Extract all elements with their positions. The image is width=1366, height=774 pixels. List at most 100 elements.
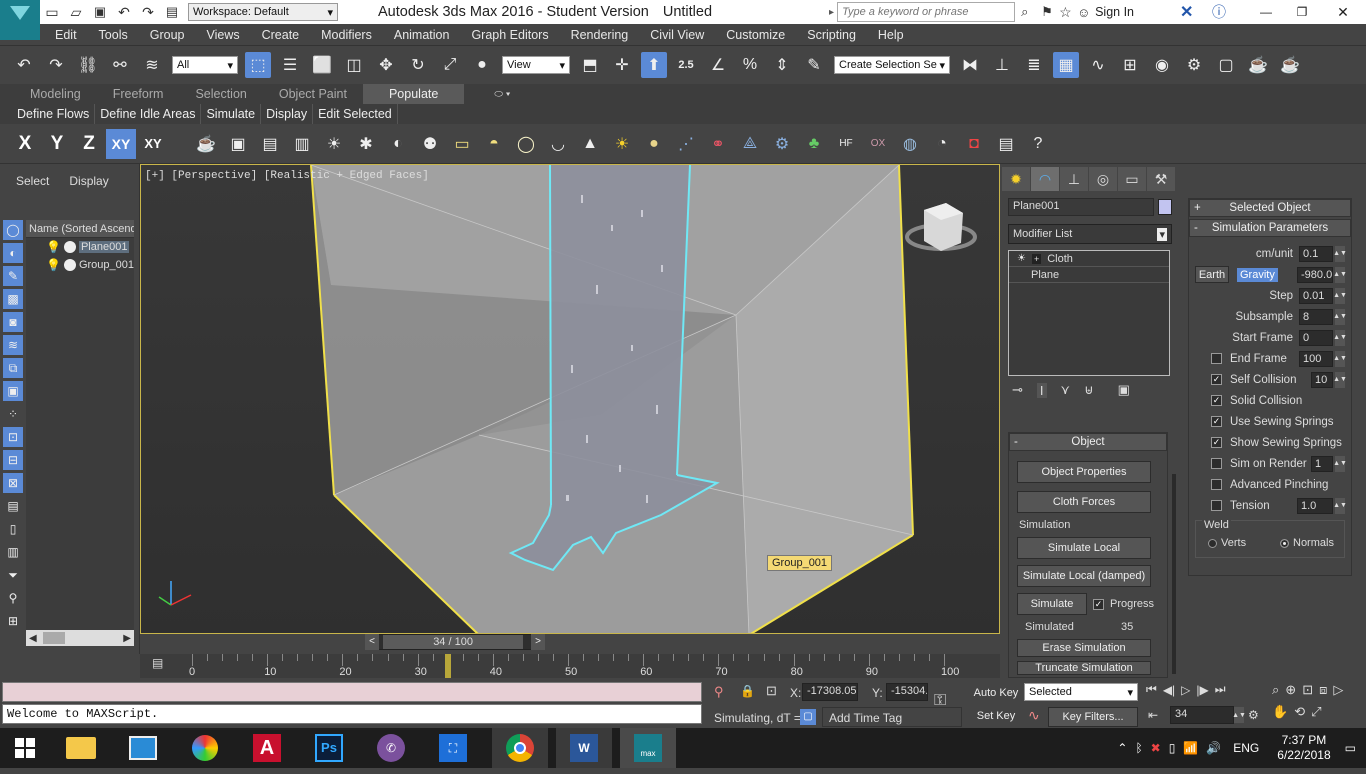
axis-x-button[interactable]: X [10, 129, 40, 159]
sim-on-render-spinner[interactable]: ▲▼ [1333, 455, 1347, 472]
project-folder-icon[interactable]: ▤ [163, 0, 181, 25]
display-bones-icon[interactable]: ⁘ [3, 404, 23, 424]
selection-lock-icon[interactable]: 🔒 [740, 684, 755, 698]
solid-collision-checkbox[interactable]: ✓ [1211, 395, 1222, 406]
end-frame-checkbox[interactable] [1211, 353, 1222, 364]
star-icon[interactable]: ☆ [1059, 4, 1077, 21]
menu-civil-view[interactable]: Civil View [639, 24, 715, 46]
angle-snap-icon[interactable]: ∠ [705, 52, 731, 78]
axis-xy-cycle-button[interactable]: XY [138, 129, 168, 159]
simulation-parameters-rollout[interactable]: - Simulation Parameters [1189, 219, 1351, 237]
align-icon[interactable]: ⊥ [989, 52, 1015, 78]
menu-create[interactable]: Create [251, 24, 311, 46]
object-color-swatch[interactable] [1158, 199, 1172, 215]
menu-animation[interactable]: Animation [383, 24, 461, 46]
current-frame-spinner[interactable]: ▲▼ [1232, 707, 1246, 723]
display-shapes-icon[interactable]: ◐ [3, 243, 23, 263]
pan-icon[interactable]: ✋ [1272, 704, 1288, 720]
step-field[interactable]: 0.01 [1299, 287, 1333, 304]
workspace-dropdown[interactable]: Workspace: Default ▾ [188, 3, 338, 21]
viewport-label[interactable]: [+] [Perspective] [Realistic + Edged Fac… [145, 170, 429, 182]
filter-icon[interactable]: ⏷ [3, 565, 23, 585]
selected-object-rollout[interactable]: + Selected Object [1189, 199, 1351, 217]
new-file-icon[interactable]: ▭ [43, 0, 61, 25]
clipboard-icon[interactable]: ▤ [993, 131, 1019, 157]
ref-coord-dropdown[interactable]: View ▾ [502, 56, 570, 74]
sim-on-render-field[interactable]: 1 [1311, 455, 1333, 472]
key-filters-button[interactable]: Key Filters... [1048, 707, 1138, 727]
light-bulb-icon[interactable]: 💡 [46, 258, 61, 272]
utilities-tab-icon[interactable]: ⚒ [1147, 167, 1175, 191]
mesh-bowl-icon[interactable]: ◡ [545, 131, 571, 157]
subscription-icon[interactable]: ⚑ [1041, 4, 1059, 20]
menu-modifiers[interactable]: Modifiers [310, 24, 383, 46]
display-all-icon[interactable]: ▤ [3, 496, 23, 516]
x-coord-field[interactable]: -17308.059 [802, 683, 858, 701]
render-iterative-icon[interactable]: ☕ [1277, 52, 1303, 78]
material-map-icon[interactable]: ◔ [929, 131, 955, 157]
close-button[interactable]: ✕ [1320, 4, 1366, 21]
scene-object-name[interactable]: Plane001 [78, 241, 130, 253]
mini-curve-editor-icon[interactable]: ▤ [152, 656, 170, 672]
wifi-icon[interactable]: 📶 [1183, 741, 1198, 755]
camera-icon[interactable]: ✱ [353, 131, 379, 157]
list-panel-icon[interactable]: ▤ [257, 131, 283, 157]
layer-manager-icon[interactable]: ≣ [1021, 52, 1047, 78]
self-collision-field[interactable]: 10 [1311, 371, 1333, 388]
select-by-name-icon[interactable]: ☰ [277, 52, 303, 78]
time-slider-thumb[interactable]: 34 / 100 [383, 635, 524, 649]
display-geometry-icon[interactable]: ◯ [3, 220, 23, 240]
zoom-icon[interactable]: ⌕ [1272, 682, 1279, 698]
windows-start-icon[interactable] [0, 728, 50, 768]
grid-mesh-icon[interactable]: ⋰ [673, 131, 699, 157]
tension-checkbox[interactable] [1211, 500, 1222, 511]
isolate-selection-icon[interactable]: ⚲ [714, 684, 724, 700]
rectangle-shape-icon[interactable]: ▭ [449, 131, 475, 157]
time-slider[interactable]: < 34 / 100 > [140, 634, 1000, 654]
display-frozen-icon[interactable]: ⊟ [3, 450, 23, 470]
simulate-local-button[interactable]: Simulate Local [1017, 537, 1151, 559]
video-camera-icon[interactable]: ⚉ [417, 131, 443, 157]
schematic-view-icon[interactable]: ⊞ [1117, 52, 1143, 78]
tension-spinner[interactable]: ▲▼ [1333, 497, 1347, 514]
file-explorer-icon[interactable] [58, 728, 104, 768]
zoom-extents-icon[interactable]: ⊡ [1302, 682, 1313, 698]
scene-object-row[interactable]: 💡 Plane001 [26, 238, 134, 256]
absolute-mode-icon[interactable]: ⊡ [766, 683, 777, 699]
3dsmax-icon[interactable]: max [620, 728, 676, 768]
sphere-light-icon[interactable]: ◯ [513, 131, 539, 157]
display-button[interactable]: Display [261, 104, 314, 124]
modify-tab-icon[interactable]: ◠ [1031, 167, 1059, 191]
key-mode-toggle-icon[interactable]: ⇤ [1148, 708, 1158, 722]
battery-icon[interactable]: ▯ [1169, 741, 1176, 755]
scene-object-name[interactable]: Group_001 [79, 259, 134, 271]
step-spinner[interactable]: ▲▼ [1333, 287, 1347, 304]
maximize-viewport-icon[interactable]: ⤢ [1311, 704, 1321, 720]
truncate-simulation-button[interactable]: Truncate Simulation [1017, 661, 1151, 675]
spinner-snap-icon[interactable]: ⇕ [769, 52, 795, 78]
word-icon[interactable]: W [556, 728, 612, 768]
keyboard-shortcut-override-icon[interactable]: ⬆ [641, 52, 667, 78]
screen-capture-icon[interactable]: ⛶ [430, 728, 476, 768]
menu-group[interactable]: Group [139, 24, 196, 46]
y-coord-field[interactable]: -15304. [886, 683, 928, 701]
gear-icon[interactable]: ⚙ [769, 131, 795, 157]
render-production-icon[interactable]: ☕ [1245, 52, 1271, 78]
app-logo-icon[interactable] [0, 0, 40, 40]
autocad-icon[interactable]: A [244, 728, 290, 768]
redo-icon[interactable]: ↷ [43, 52, 69, 78]
disc-light-icon[interactable]: ● [641, 131, 667, 157]
go-to-end-icon[interactable]: ⏭ [1215, 682, 1226, 697]
frame-ticks[interactable] [192, 654, 945, 666]
track-bar[interactable]: ▤ 0 10 20 30 40 50 60 70 80 90 100 [140, 654, 1000, 678]
notifications-icon[interactable]: ▭ [1345, 741, 1356, 755]
material-sphere-icon[interactable]: ◍ [897, 131, 923, 157]
maxscript-output[interactable]: Welcome to MAXScript. [2, 704, 702, 724]
command-panel-scrollbar[interactable] [1172, 474, 1176, 674]
configure-modifier-sets-icon[interactable]: ▣ [1118, 382, 1130, 398]
progress-checkbox[interactable]: ✓ [1093, 598, 1104, 610]
photoshop-icon[interactable]: Ps [306, 728, 352, 768]
color-app-icon[interactable] [182, 728, 228, 768]
pyramid-icon[interactable]: ⟁ [737, 131, 763, 157]
normals-radio[interactable] [1280, 538, 1289, 548]
